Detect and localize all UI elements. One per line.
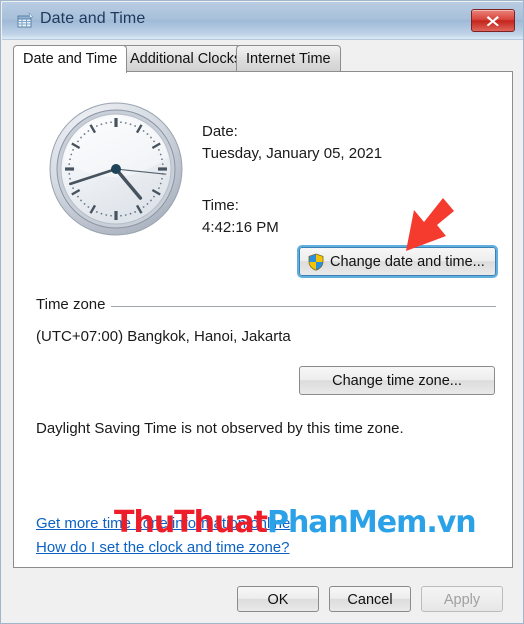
- change-time-zone-label: Change time zone...: [332, 373, 462, 389]
- date-value: Tuesday, January 05, 2021: [202, 145, 383, 162]
- title-bar: Date and Time: [2, 2, 523, 40]
- window-title: Date and Time: [40, 10, 146, 27]
- date-label: Date:: [202, 123, 238, 140]
- tab-internet-time[interactable]: Internet Time: [236, 45, 341, 71]
- apply-button: Apply: [421, 586, 503, 612]
- cancel-button[interactable]: Cancel: [329, 586, 411, 612]
- close-button[interactable]: [471, 9, 515, 32]
- change-time-zone-button[interactable]: Change time zone...: [299, 366, 495, 395]
- time-zone-group-title: Time zone: [36, 296, 112, 313]
- uac-shield-icon: [307, 253, 325, 271]
- link-more-time-zone-info[interactable]: Get more time zone information online: [36, 515, 290, 532]
- analog-clock-icon: [46, 99, 186, 239]
- time-value: 4:42:16 PM: [202, 219, 279, 236]
- time-zone-value: (UTC+07:00) Bangkok, Hanoi, Jakarta: [36, 328, 291, 345]
- tab-content-panel: Date: Tuesday, January 05, 2021 Time: 4:…: [13, 71, 513, 568]
- tab-date-and-time[interactable]: Date and Time: [13, 45, 128, 73]
- change-date-and-time-button[interactable]: Change date and time...: [297, 245, 498, 278]
- time-label: Time:: [202, 197, 239, 214]
- link-how-to-set-clock[interactable]: How do I set the clock and time zone?: [36, 539, 289, 556]
- change-date-and-time-label: Change date and time...: [330, 254, 485, 270]
- date-and-time-dialog: Date and Time Date and Time Additional C…: [0, 0, 524, 624]
- ok-button[interactable]: OK: [237, 586, 319, 612]
- daylight-saving-text: Daylight Saving Time is not observed by …: [36, 420, 404, 437]
- date-time-icon: [17, 11, 35, 30]
- tab-additional-clocks[interactable]: Additional Clocks: [120, 45, 252, 71]
